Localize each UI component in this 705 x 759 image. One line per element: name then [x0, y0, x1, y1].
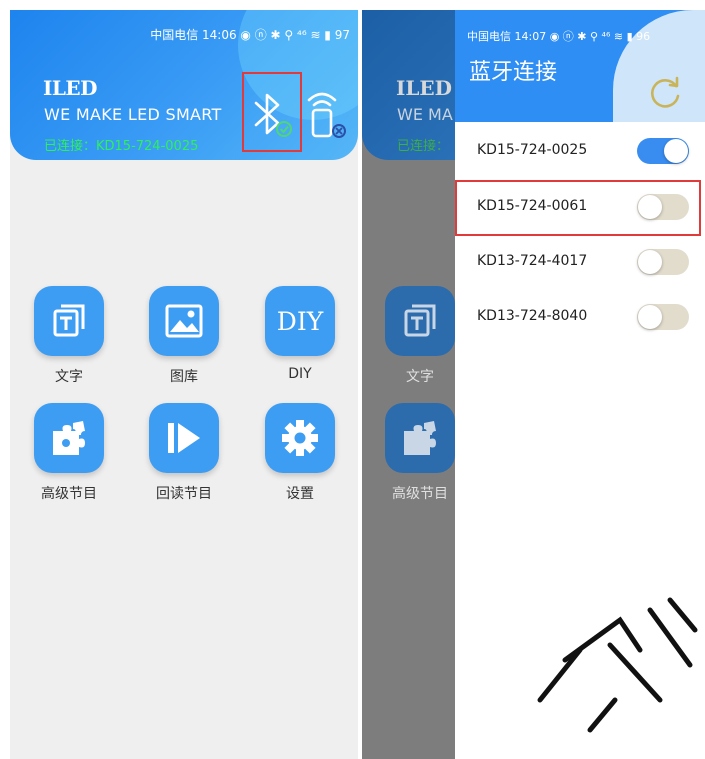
dimmed-connection-status: 已连接：	[397, 139, 450, 154]
tile-label: 图库	[170, 369, 198, 385]
app-brand: ILED	[43, 76, 98, 100]
tile-readback-program[interactable]: 回读节目	[148, 403, 220, 503]
puzzle-icon	[385, 403, 455, 473]
device-name: KD13-724-8040	[477, 308, 588, 324]
remote-device-icon[interactable]	[302, 86, 348, 140]
text-icon	[385, 286, 455, 356]
app-slogan: WE MAKE LED SMART	[44, 105, 222, 124]
device-row[interactable]: KD13-724-4017	[455, 235, 705, 289]
status-bar: 中国电信 14:06 ◉ ⓝ ✱ ⚲ ⁴⁶ ≋ ▮ 97	[150, 28, 350, 42]
dimmed-slogan: WE MA	[397, 105, 453, 124]
connect-toggle[interactable]	[637, 138, 689, 164]
connect-toggle[interactable]	[637, 304, 689, 330]
screenshot-root: 中国电信 14:06 ◉ ⓝ ✱ ⚲ ⁴⁶ ≋ ▮ 97 ILED WE MAK…	[0, 0, 705, 759]
tile-label: 文字	[55, 369, 83, 385]
toggle-knob	[664, 139, 688, 163]
tile-label: 高级节目	[392, 486, 448, 502]
drawer-title: 蓝牙连接	[469, 60, 558, 85]
device-name: KD15-724-0025	[477, 142, 588, 158]
gallery-icon	[149, 286, 219, 356]
connection-status: 已连接：KD15-724-0025	[44, 139, 199, 154]
gear-icon	[265, 403, 335, 473]
tile-label: 文字	[406, 369, 434, 385]
tile-advanced-program[interactable]: 高级节目	[33, 403, 105, 503]
dimmed-brand: ILED	[396, 76, 453, 100]
tile-label: DIY	[288, 366, 312, 382]
status-bar: 中国电信 14:07 ◉ ⓝ ✱ ⚲ ⁴⁶ ≋ ▮ 96	[467, 30, 651, 43]
dimmed-tile-text: 文字	[384, 286, 456, 386]
tile-settings[interactable]: 设置	[264, 403, 336, 503]
refresh-icon[interactable]	[645, 72, 685, 112]
tile-text[interactable]: 文字	[33, 286, 105, 386]
tile-gallery[interactable]: 图库	[148, 286, 220, 386]
tile-label: 高级节目	[41, 486, 97, 502]
tile-label: 回读节目	[156, 486, 212, 502]
diy-icon: DIY	[265, 286, 335, 356]
dimmed-tile-advanced: 高级节目	[384, 403, 456, 503]
device-highlight-box	[455, 180, 701, 236]
connect-toggle[interactable]	[637, 249, 689, 275]
diy-icon-text: DIY	[276, 306, 324, 336]
tile-diy[interactable]: DIY DIY	[264, 286, 336, 382]
watermark	[535, 595, 700, 733]
toggle-knob	[638, 305, 662, 329]
toggle-knob	[638, 250, 662, 274]
tile-label: 设置	[286, 486, 314, 502]
device-row[interactable]: KD15-724-0025	[455, 124, 705, 178]
puzzle-icon	[34, 403, 104, 473]
home-screen: 中国电信 14:06 ◉ ⓝ ✱ ⚲ ⁴⁶ ≋ ▮ 97 ILED WE MAK…	[10, 10, 358, 759]
text-icon	[34, 286, 104, 356]
device-name: KD13-724-4017	[477, 253, 588, 269]
bluetooth-highlight-box	[242, 72, 302, 152]
device-row[interactable]: KD13-724-8040	[455, 290, 705, 344]
play-icon	[149, 403, 219, 473]
